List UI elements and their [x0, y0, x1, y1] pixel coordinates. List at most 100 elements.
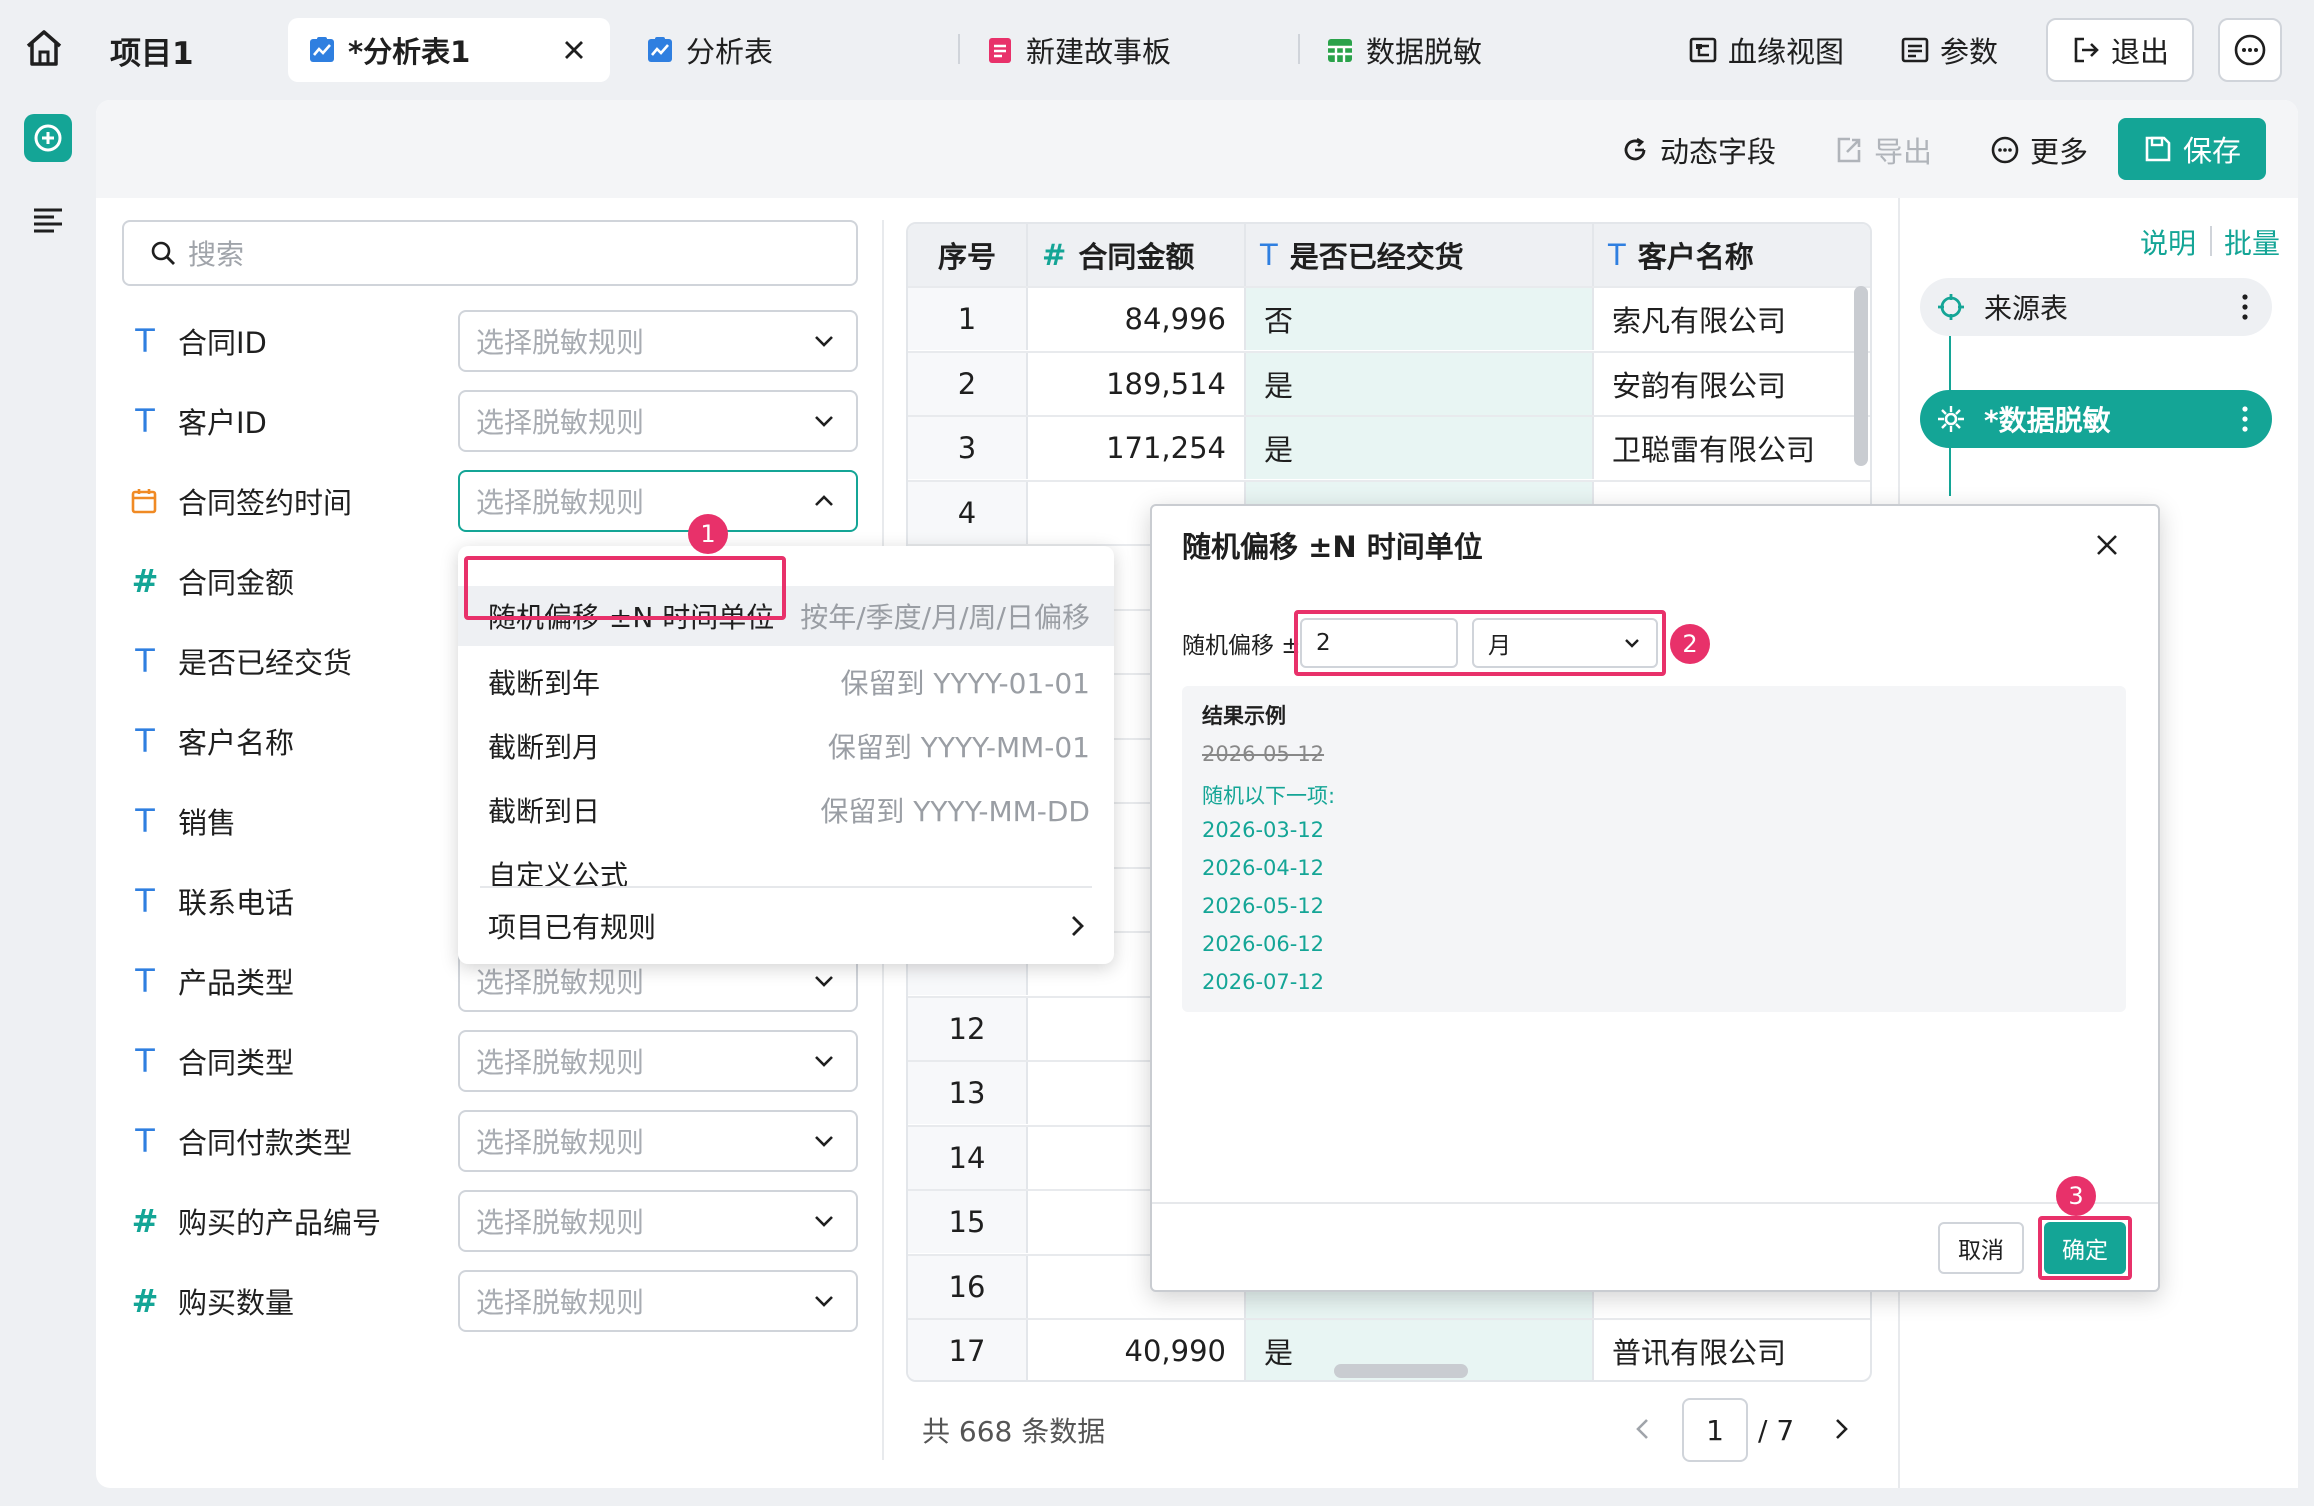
close-icon[interactable] — [2094, 532, 2120, 558]
table-cell: 171,254 — [1028, 417, 1246, 479]
table-row[interactable]: 1 84,996 否索凡有限公司 — [908, 286, 1870, 350]
previous-page-icon[interactable] — [1628, 1414, 1658, 1444]
dynamic-field-icon — [1620, 135, 1650, 165]
field-item: T 合同类型 — [130, 1030, 294, 1092]
project-title: 项目1 — [110, 36, 194, 72]
tab-analysis-1[interactable]: *分析表1 — [288, 18, 610, 82]
item-label: 自定义公式 — [488, 859, 629, 892]
masking-node-icon — [1936, 404, 1966, 434]
divider — [2210, 226, 2212, 256]
text-type-icon: T — [135, 1042, 155, 1080]
field-name: 产品类型 — [178, 966, 295, 1000]
tab-storyboard[interactable]: 新建故事板 — [986, 18, 1171, 82]
dropdown-item-truncate-month[interactable]: 截断到月 保留到 YYYY-MM-01 — [458, 716, 1114, 776]
table-cell: 普讯有限公司 — [1612, 1336, 1787, 1370]
text-type-icon: T — [135, 402, 155, 440]
flow-node-data-masking[interactable]: *数据脱敏 — [1920, 390, 2272, 448]
save-button[interactable]: 保存 — [2118, 118, 2266, 180]
masking-rule-select[interactable]: 选择脱敏规则 — [458, 310, 858, 372]
text-type-icon: T — [1260, 238, 1278, 272]
masking-rule-select[interactable]: 选择脱敏规则 — [458, 1030, 858, 1092]
offset-label: 随机偏移 ± — [1182, 633, 1301, 659]
column-header-customer[interactable]: T 客户名称 — [1594, 224, 1870, 286]
text-type-icon: T — [135, 882, 155, 920]
field-name: 购买数量 — [178, 1286, 295, 1320]
dropdown-item-truncate-year[interactable]: 截断到年 保留到 YYYY-01-01 — [458, 652, 1114, 712]
close-icon[interactable] — [562, 38, 586, 62]
highlight-box-step-3 — [2038, 1216, 2132, 1280]
batch-link[interactable]: 批量 — [2224, 222, 2280, 262]
params-button[interactable]: 参数 — [1900, 22, 1998, 78]
dynamic-field-button[interactable]: 动态字段 — [1620, 128, 1776, 172]
field-item: T 联系电话 — [130, 870, 294, 932]
more-options-button[interactable] — [2218, 18, 2282, 82]
dropdown-item-truncate-day[interactable]: 截断到日 保留到 YYYY-MM-DD — [458, 780, 1114, 840]
tab-label: 分析表 — [686, 35, 774, 69]
text-type-icon: T — [135, 802, 155, 840]
column-header-amount[interactable]: # 合同金额 — [1028, 224, 1246, 286]
kebab-menu-icon[interactable] — [2242, 292, 2248, 322]
example-random-label: 随机以下一项: — [1202, 784, 1336, 808]
dropdown-item-custom-formula[interactable]: 自定义公式 — [458, 844, 1114, 904]
vertical-scrollbar[interactable] — [1854, 286, 1868, 466]
masking-rule-select[interactable]: 选择脱敏规则 — [458, 1270, 858, 1332]
table-cell: 是 — [1246, 352, 1594, 415]
masking-rule-select[interactable]: 选择脱敏规则 — [458, 1110, 858, 1172]
horizontal-scrollbar[interactable] — [1334, 1364, 1468, 1378]
home-icon[interactable] — [22, 26, 66, 70]
table-cell: 14 — [908, 1126, 1028, 1189]
page-number-input[interactable]: 1 — [1682, 1398, 1748, 1462]
target-icon — [1936, 292, 1966, 322]
item-label: 项目已有规则 — [488, 911, 657, 944]
table-cell: 1 — [908, 288, 1028, 350]
example-original-date: 2026-05-12 — [1202, 742, 1325, 766]
export-icon — [1834, 135, 1864, 165]
field-item: T 是否已经交货 — [130, 630, 352, 692]
header-label: 合同金额 — [1078, 240, 1195, 274]
lineage-view-button[interactable]: 血缘视图 — [1688, 22, 1844, 78]
table-cell: 15 — [908, 1191, 1028, 1253]
column-header-delivered[interactable]: T 是否已经交货 — [1246, 224, 1594, 286]
masking-rule-select[interactable]: 选择脱敏规则 — [458, 1190, 858, 1252]
table-cell: 16 — [908, 1255, 1028, 1318]
number-type-icon: # — [1042, 238, 1067, 272]
flow-node-source[interactable]: 来源表 — [1920, 278, 2272, 336]
exit-button[interactable]: 退出 — [2046, 18, 2194, 82]
field-item: T 客户名称 — [130, 710, 294, 772]
more-button[interactable]: 更多 — [1990, 128, 2088, 172]
search-input[interactable]: 搜索 — [122, 220, 858, 286]
field-item: T 销售 — [130, 790, 236, 852]
item-hint: 保留到 YYYY-MM-01 — [827, 731, 1090, 764]
field-name: 是否已经交货 — [178, 646, 353, 680]
table-cell: 40,990 — [1028, 1320, 1246, 1380]
cancel-button[interactable]: 取消 — [1938, 1222, 2024, 1274]
lineage-label: 血缘视图 — [1728, 35, 1845, 69]
dropdown-item-existing-rules[interactable]: 项目已有规则 — [458, 896, 1114, 956]
explain-link[interactable]: 说明 — [2140, 222, 2196, 262]
column-header-index[interactable]: 序号 — [908, 224, 1028, 286]
text-type-icon: T — [1608, 238, 1626, 272]
kebab-menu-icon[interactable] — [2242, 404, 2248, 434]
table-cell: 是 — [1246, 417, 1594, 479]
exit-icon — [2071, 35, 2101, 65]
number-type-icon: # — [131, 1282, 159, 1320]
masking-rule-select[interactable]: 选择脱敏规则 — [458, 470, 858, 532]
chevron-down-icon — [812, 1289, 836, 1313]
next-page-icon[interactable] — [1826, 1414, 1856, 1444]
field-name: 销售 — [178, 806, 237, 840]
tab-analysis[interactable]: 分析表 — [646, 18, 773, 82]
text-type-icon: T — [135, 322, 155, 360]
outline-icon[interactable] — [28, 200, 68, 240]
chevron-down-icon — [812, 1049, 836, 1073]
masking-rule-select[interactable]: 选择脱敏规则 — [458, 390, 858, 452]
select-placeholder: 选择脱敏规则 — [476, 1286, 645, 1319]
export-button[interactable]: 导出 — [1834, 128, 1932, 172]
tab-data-masking[interactable]: 数据脱敏 — [1326, 18, 1482, 82]
add-button[interactable] — [24, 114, 72, 162]
analysis-table-icon — [308, 36, 336, 64]
chevron-right-icon — [1064, 913, 1090, 939]
table-row[interactable]: 2 189,514 是安韵有限公司 — [908, 350, 1870, 415]
chevron-up-icon — [812, 489, 836, 513]
table-cell: 3 — [908, 417, 1028, 479]
table-row[interactable]: 3 171,254 是卫聪雷有限公司 — [908, 415, 1870, 479]
